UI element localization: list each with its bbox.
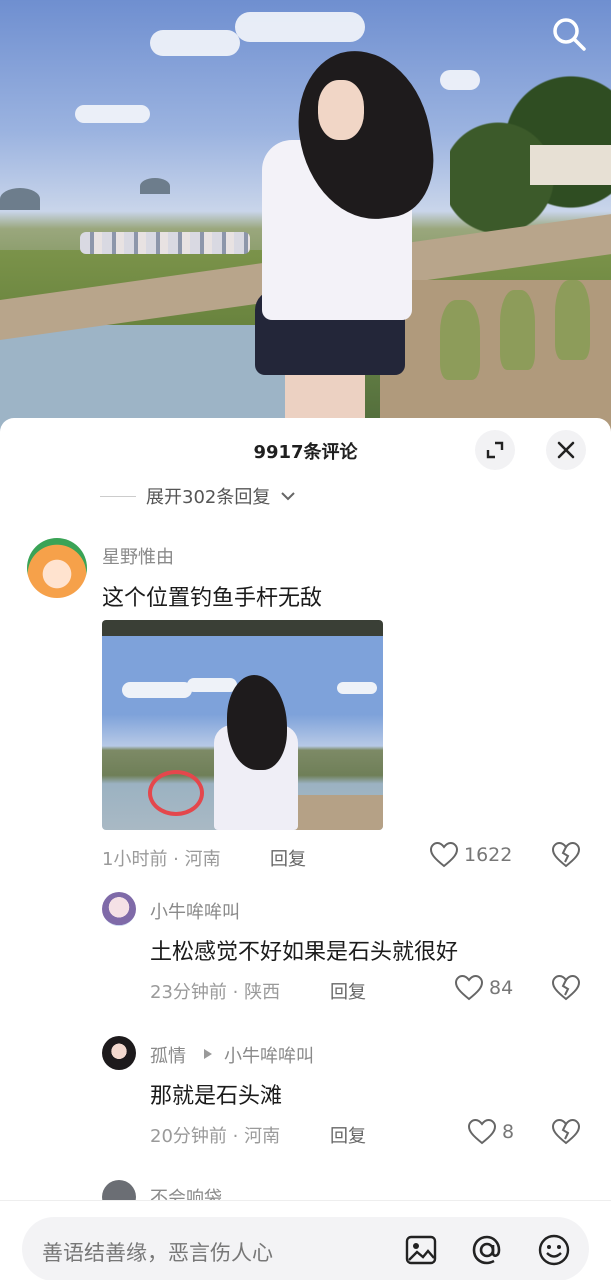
reply-button[interactable]: 回复	[330, 1122, 366, 1148]
avatar[interactable]	[27, 538, 87, 598]
comment-text: 那就是石头滩	[150, 1084, 283, 1109]
railing-hole	[555, 280, 590, 360]
like-count: 1622	[464, 844, 513, 866]
comment-input-bar: 善语结善缘，恶言伤人心	[0, 1200, 611, 1280]
video-player[interactable]	[0, 0, 611, 440]
dislike-button[interactable]	[551, 974, 581, 1005]
dislike-button[interactable]	[551, 1118, 581, 1149]
image-icon[interactable]	[404, 1233, 438, 1267]
emoji-icon[interactable]	[537, 1233, 571, 1267]
dislike-button[interactable]	[551, 841, 581, 872]
heart-icon	[455, 975, 483, 1001]
comment-username[interactable]: 小牛哞哞叫	[150, 898, 240, 924]
broken-heart-icon	[551, 974, 581, 1001]
reply-arrow-icon	[204, 1049, 212, 1059]
input-placeholder: 善语结善缘，恶言伤人心	[42, 1241, 273, 1265]
like-button[interactable]: 1622	[430, 842, 512, 868]
expand-replies-label: 展开302条回复	[146, 487, 271, 508]
railing-hole	[500, 290, 535, 370]
comment-username[interactable]: 星野惟由	[102, 543, 174, 569]
comment-text: 土松感觉不好如果是石头就很好	[150, 940, 459, 965]
heart-icon	[430, 842, 458, 868]
comment-image[interactable]	[102, 620, 383, 830]
divider-line	[100, 495, 136, 497]
comment-username[interactable]: 孤情	[150, 1042, 186, 1068]
panel-header: 9917条评论	[0, 418, 611, 484]
comment-time-location: 20分钟前 · 河南	[150, 1126, 281, 1147]
expand-replies-button[interactable]: 展开302条回复	[100, 482, 296, 510]
person-hair	[227, 675, 287, 770]
comment-time-location: 23分钟前 · 陕西	[150, 982, 281, 1003]
like-count: 8	[502, 1121, 515, 1143]
broken-heart-icon	[551, 841, 581, 868]
avatar[interactable]	[102, 892, 136, 926]
bridge-railing	[292, 795, 383, 830]
comment-count-title: 9917条评论	[253, 442, 358, 463]
reply-button[interactable]: 回复	[330, 978, 366, 1004]
close-icon[interactable]	[546, 430, 586, 470]
cloud	[150, 30, 240, 56]
cloud	[122, 682, 192, 698]
cloud	[337, 682, 377, 694]
comment-time-location: 1小时前 · 河南	[102, 849, 221, 870]
collapse-expand-icon[interactable]	[475, 430, 515, 470]
like-button[interactable]: 84	[455, 975, 513, 1001]
parked-cars	[80, 232, 250, 254]
avatar[interactable]	[102, 1036, 136, 1070]
cloud	[75, 105, 150, 123]
cloud	[187, 678, 237, 692]
railing-hole	[440, 300, 480, 380]
like-count: 84	[489, 977, 514, 999]
house	[530, 145, 611, 185]
highlight-circle	[148, 770, 204, 816]
cloud	[235, 12, 365, 42]
mountain	[0, 188, 40, 210]
person-face	[318, 80, 364, 140]
chevron-down-icon	[281, 492, 296, 501]
reply-button[interactable]: 回复	[270, 845, 306, 871]
reply-to-username[interactable]: 小牛哞哞叫	[224, 1042, 314, 1068]
at-mention-icon[interactable]	[470, 1233, 504, 1267]
heart-icon	[468, 1119, 496, 1145]
like-button[interactable]: 8	[468, 1119, 514, 1145]
search-icon[interactable]	[549, 14, 589, 54]
comment-input[interactable]: 善语结善缘，恶言伤人心	[22, 1217, 589, 1280]
broken-heart-icon	[551, 1118, 581, 1145]
comment-text: 这个位置钓鱼手杆无敌	[102, 586, 323, 611]
mountain	[140, 178, 170, 194]
comment-panel: 9917条评论 展开302条回复 星野惟由 这个位置钓鱼手杆无敌 1小时前 · …	[0, 418, 611, 1280]
